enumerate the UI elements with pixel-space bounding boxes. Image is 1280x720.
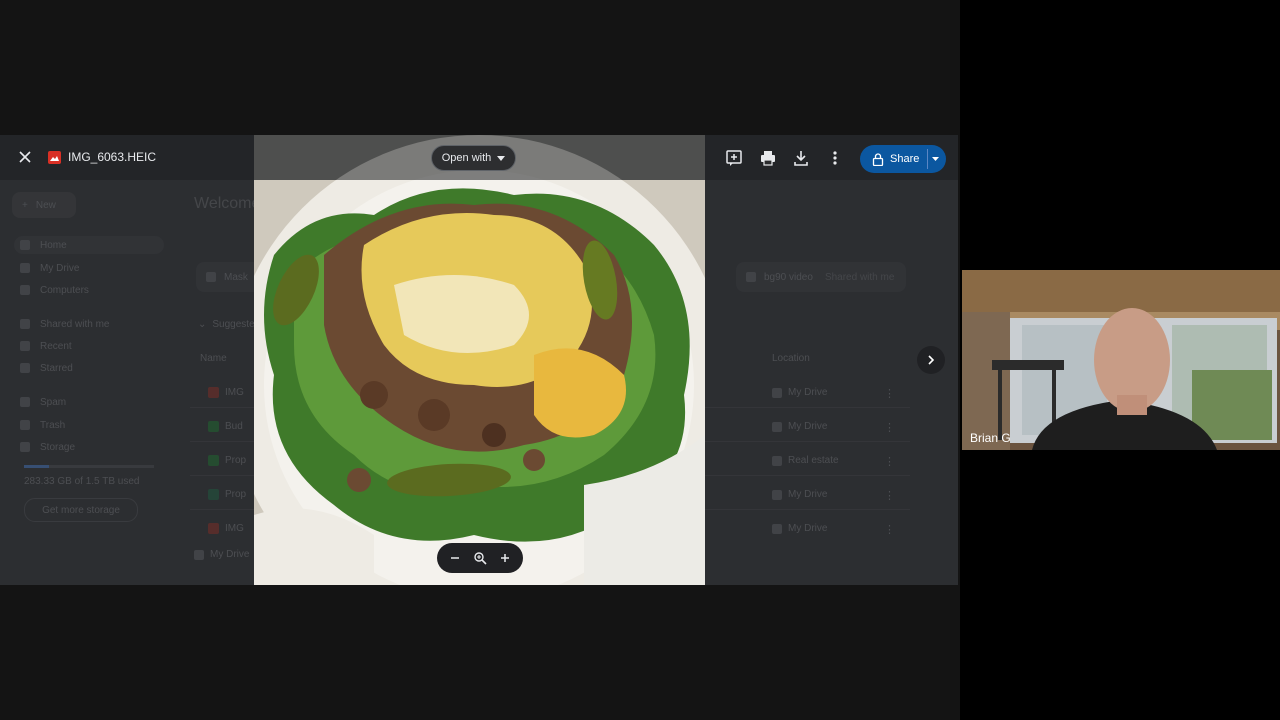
download-button[interactable] — [790, 147, 812, 169]
download-icon — [794, 151, 808, 166]
image-preview — [254, 135, 705, 585]
participant-video-tile — [962, 270, 1280, 450]
share-button[interactable]: Share — [860, 145, 946, 173]
chevron-right-icon — [928, 355, 935, 365]
caret-down-icon[interactable] — [932, 157, 939, 161]
drive-viewer-window: + New Home My Drive Computers Shared wit… — [0, 135, 958, 585]
lock-icon — [872, 152, 884, 166]
minus-icon — [451, 557, 460, 559]
add-comment-icon — [726, 150, 742, 166]
add-comment-button[interactable] — [723, 147, 745, 169]
participant-video — [962, 270, 1280, 450]
image-file-icon — [48, 151, 61, 164]
zoom-in-button[interactable] — [495, 548, 515, 568]
zoom-controls — [437, 543, 523, 573]
close-icon — [19, 151, 31, 163]
salad-photo — [254, 135, 705, 585]
more-vert-icon — [833, 151, 837, 165]
plus-icon — [500, 554, 509, 562]
next-file-button[interactable] — [917, 346, 945, 374]
file-title: IMG_6063.HEIC — [68, 150, 157, 164]
participant-name: Brian G — [970, 431, 1011, 445]
print-icon — [761, 151, 775, 166]
zoom-icon — [474, 552, 487, 565]
print-button[interactable] — [757, 147, 779, 169]
zoom-out-button[interactable] — [445, 548, 465, 568]
open-with-button[interactable]: Open with — [431, 145, 516, 171]
more-options-button[interactable] — [824, 147, 846, 169]
zoom-button[interactable] — [470, 548, 490, 568]
viewer-toolbar: IMG_6063.HEIC Open with Share — [0, 135, 958, 180]
caret-down-icon — [497, 155, 506, 161]
close-button[interactable] — [15, 147, 35, 167]
